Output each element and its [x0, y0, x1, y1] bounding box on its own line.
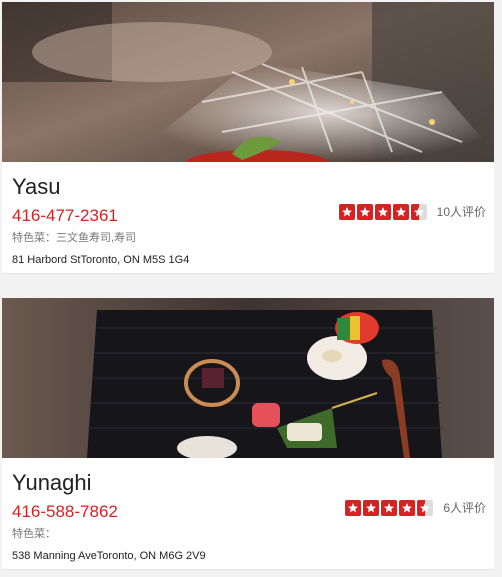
restaurant-name[interactable]: Yunaghi	[12, 458, 484, 496]
star-icon	[356, 203, 373, 220]
review-count[interactable]: 6人评价	[443, 499, 486, 516]
rating-stars	[345, 499, 434, 516]
half-star-icon	[417, 499, 434, 516]
restaurant-address: 538 Manning AveToronto, ON M6G 2V9	[12, 550, 206, 562]
star-icon	[374, 203, 391, 220]
star-icon	[338, 203, 355, 220]
restaurant-photo[interactable]	[2, 2, 494, 162]
star-icon	[399, 499, 416, 516]
half-star-icon	[410, 203, 427, 220]
specialty-line: 特色菜：	[12, 527, 484, 541]
restaurant-address: 81 Harbord StToronto, ON M5S 1G4	[12, 254, 190, 266]
rating-stars	[338, 203, 427, 220]
specialty-value: 三文鱼寿司,寿司	[56, 232, 137, 244]
rating-widget: 10人评价	[338, 203, 486, 220]
rating-widget: 6人评价	[345, 499, 486, 516]
star-icon	[381, 499, 398, 516]
star-icon	[363, 499, 380, 516]
review-count[interactable]: 10人评价	[437, 203, 486, 220]
specialty-label: 特色菜：	[12, 232, 56, 244]
restaurant-name[interactable]: Yasu	[12, 162, 484, 200]
restaurant-card[interactable]: Yasu 416-477-2361 特色菜：三文鱼寿司,寿司 81 Harbor…	[2, 2, 494, 274]
restaurant-photo[interactable]	[2, 298, 494, 458]
restaurant-card[interactable]: Yunaghi 416-588-7862 特色菜： 538 Manning Av…	[2, 298, 494, 570]
star-icon	[345, 499, 362, 516]
specialty-label: 特色菜：	[12, 528, 56, 540]
specialty-line: 特色菜：三文鱼寿司,寿司	[12, 231, 484, 245]
star-icon	[392, 203, 409, 220]
